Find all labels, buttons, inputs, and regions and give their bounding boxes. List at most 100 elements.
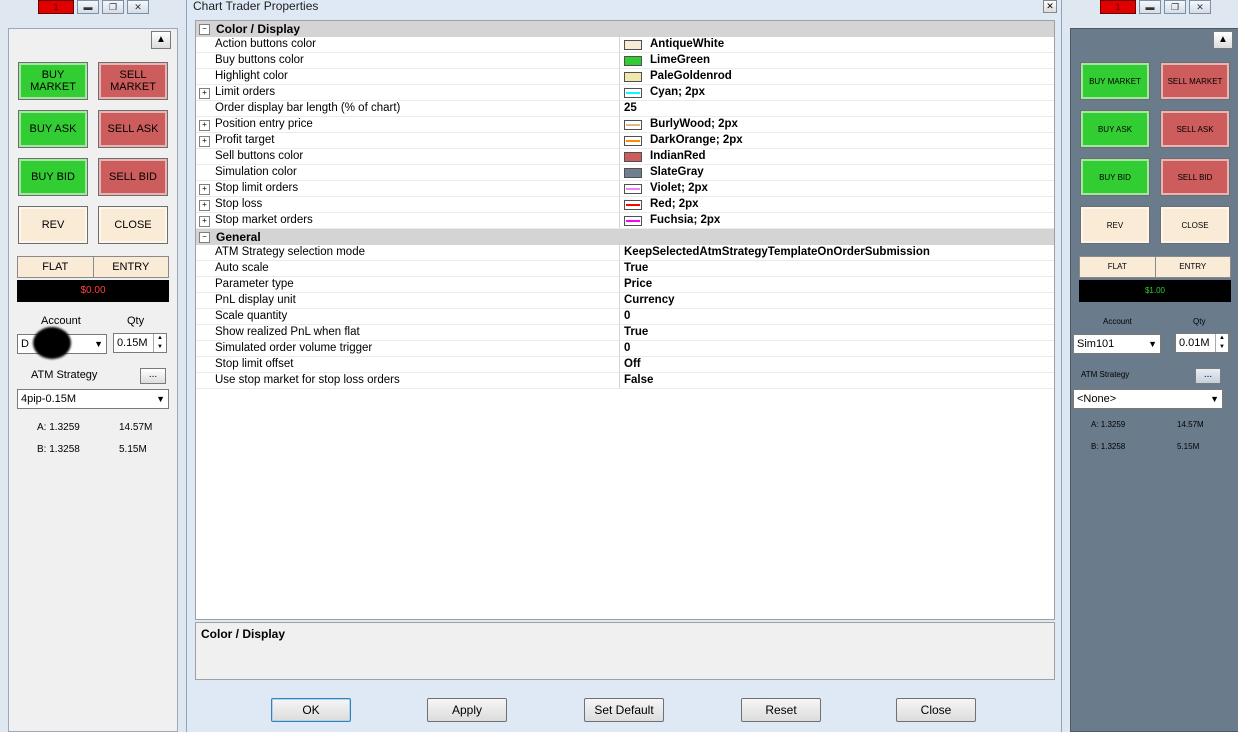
property-row[interactable]: Buy buttons color LimeGreen: [196, 53, 1054, 69]
expand-icon[interactable]: +: [199, 136, 210, 147]
expand-icon[interactable]: +: [199, 216, 210, 227]
collapse-icon[interactable]: −: [199, 23, 210, 35]
buy-ask-button[interactable]: BUY ASK: [1080, 110, 1150, 148]
category-color-display[interactable]: − Color / Display: [196, 21, 1054, 37]
reverse-button[interactable]: REV: [1080, 206, 1150, 244]
sell-market-button[interactable]: SELL MARKET: [1160, 62, 1230, 100]
property-value[interactable]: False: [620, 373, 1054, 388]
description-panel: Color / Display: [195, 622, 1055, 680]
property-row[interactable]: Stop limit offset Off: [196, 357, 1054, 373]
alert-indicator[interactable]: 1: [1100, 0, 1136, 14]
property-value[interactable]: Fuchsia; 2px: [620, 213, 1054, 228]
atm-strategy-select[interactable]: <None> ▼: [1073, 389, 1223, 409]
property-row[interactable]: ATM Strategy selection mode KeepSelectedA…: [196, 245, 1054, 261]
sell-ask-button[interactable]: SELL ASK: [98, 110, 168, 148]
minimize-icon[interactable]: ▬: [1139, 0, 1161, 14]
sell-market-button[interactable]: SELL MARKET: [98, 62, 168, 100]
reset-button[interactable]: Reset: [741, 698, 821, 722]
quantity-stepper[interactable]: 0.01M ▲ ▼: [1175, 333, 1229, 353]
sell-ask-button[interactable]: SELL ASK: [1160, 110, 1230, 148]
property-row[interactable]: Show realized PnL when flat True: [196, 325, 1054, 341]
property-value[interactable]: 25: [620, 101, 1054, 116]
apply-button[interactable]: Apply: [427, 698, 507, 722]
spinner-arrows-icon[interactable]: ▲ ▼: [1215, 334, 1228, 352]
property-value[interactable]: Violet; 2px: [620, 181, 1054, 196]
property-value[interactable]: BurlyWood; 2px: [620, 117, 1054, 132]
account-value: D: [21, 338, 29, 350]
ok-button[interactable]: OK: [271, 698, 351, 722]
color-swatch: [624, 55, 642, 66]
property-row[interactable]: Simulation color SlateGray: [196, 165, 1054, 181]
property-value[interactable]: True: [620, 325, 1054, 340]
close-button[interactable]: Close: [896, 698, 976, 722]
property-value[interactable]: PaleGoldenrod: [620, 69, 1054, 84]
expand-icon[interactable]: +: [199, 200, 210, 211]
property-row[interactable]: + Profit target DarkOrange; 2px: [196, 133, 1054, 149]
buy-bid-button[interactable]: BUY BID: [1080, 158, 1150, 196]
sell-bid-button[interactable]: SELL BID: [1160, 158, 1230, 196]
buy-bid-button[interactable]: BUY BID: [18, 158, 88, 196]
property-row[interactable]: + Stop market orders Fuchsia; 2px: [196, 213, 1054, 229]
line-swatch: [624, 119, 642, 130]
property-row[interactable]: Use stop market for stop loss orders Fals…: [196, 373, 1054, 389]
property-row[interactable]: Action buttons color AntiqueWhite: [196, 37, 1054, 53]
property-value[interactable]: 0: [620, 341, 1054, 356]
property-value[interactable]: KeepSelectedAtmStrategyTemplateOnOrderSu…: [620, 245, 1054, 260]
collapse-icon[interactable]: −: [199, 231, 210, 243]
sell-bid-button[interactable]: SELL BID: [98, 158, 168, 196]
close-icon[interactable]: ✕: [1189, 0, 1211, 14]
quantity-stepper[interactable]: 0.15M ▲ ▼: [113, 333, 167, 353]
property-row[interactable]: Auto scale True: [196, 261, 1054, 277]
alert-indicator[interactable]: 1: [38, 0, 74, 14]
expand-icon[interactable]: +: [199, 184, 210, 195]
property-row[interactable]: + Stop limit orders Violet; 2px: [196, 181, 1054, 197]
category-general[interactable]: − General: [196, 229, 1054, 245]
account-select[interactable]: Sim101 ▼: [1073, 334, 1161, 354]
property-row[interactable]: Sell buttons color IndianRed: [196, 149, 1054, 165]
property-value[interactable]: AntiqueWhite: [620, 37, 1054, 52]
property-row[interactable]: Order display bar length (% of chart) 25: [196, 101, 1054, 117]
property-row[interactable]: Simulated order volume trigger 0: [196, 341, 1054, 357]
scroll-up-icon[interactable]: ▲: [151, 31, 171, 49]
property-row[interactable]: Scale quantity 0: [196, 309, 1054, 325]
property-name: Stop market orders: [213, 213, 620, 228]
restore-icon[interactable]: ❐: [102, 0, 124, 14]
property-value[interactable]: True: [620, 261, 1054, 276]
property-name: Buy buttons color: [213, 53, 620, 68]
chevron-down-icon: ▼: [94, 339, 103, 349]
property-value[interactable]: Cyan; 2px: [620, 85, 1054, 100]
scroll-up-icon[interactable]: ▲: [1213, 31, 1233, 49]
property-row[interactable]: + Limit orders Cyan; 2px: [196, 85, 1054, 101]
expand-icon[interactable]: +: [199, 120, 210, 131]
property-value[interactable]: Price: [620, 277, 1054, 292]
property-row[interactable]: + Position entry price BurlyWood; 2px: [196, 117, 1054, 133]
atm-strategy-options-button[interactable]: ...: [140, 368, 166, 384]
property-row[interactable]: PnL display unit Currency: [196, 293, 1054, 309]
property-value[interactable]: DarkOrange; 2px: [620, 133, 1054, 148]
buy-market-button[interactable]: BUY MARKET: [18, 62, 88, 100]
close-icon[interactable]: ✕: [127, 0, 149, 14]
restore-icon[interactable]: ❐: [1164, 0, 1186, 14]
property-value[interactable]: SlateGray: [620, 165, 1054, 180]
buy-ask-button[interactable]: BUY ASK: [18, 110, 88, 148]
minimize-icon[interactable]: ▬: [77, 0, 99, 14]
close-position-button[interactable]: CLOSE: [1160, 206, 1230, 244]
property-value[interactable]: Currency: [620, 293, 1054, 308]
buy-market-button[interactable]: BUY MARKET: [1080, 62, 1150, 100]
property-row[interactable]: Parameter type Price: [196, 277, 1054, 293]
property-value[interactable]: IndianRed: [620, 149, 1054, 164]
close-icon[interactable]: ✕: [1043, 0, 1057, 13]
reverse-button[interactable]: REV: [18, 206, 88, 244]
property-row[interactable]: + Stop loss Red; 2px: [196, 197, 1054, 213]
property-value[interactable]: Red; 2px: [620, 197, 1054, 212]
property-value[interactable]: 0: [620, 309, 1054, 324]
atm-strategy-options-button[interactable]: ...: [1195, 368, 1221, 384]
close-position-button[interactable]: CLOSE: [98, 206, 168, 244]
property-row[interactable]: Highlight color PaleGoldenrod: [196, 69, 1054, 85]
expand-icon[interactable]: +: [199, 88, 210, 99]
property-value[interactable]: Off: [620, 357, 1054, 372]
set-default-button[interactable]: Set Default: [584, 698, 664, 722]
atm-strategy-select[interactable]: 4pip-0.15M ▼: [17, 389, 169, 409]
property-value[interactable]: LimeGreen: [620, 53, 1054, 68]
spinner-arrows-icon[interactable]: ▲ ▼: [153, 334, 166, 352]
